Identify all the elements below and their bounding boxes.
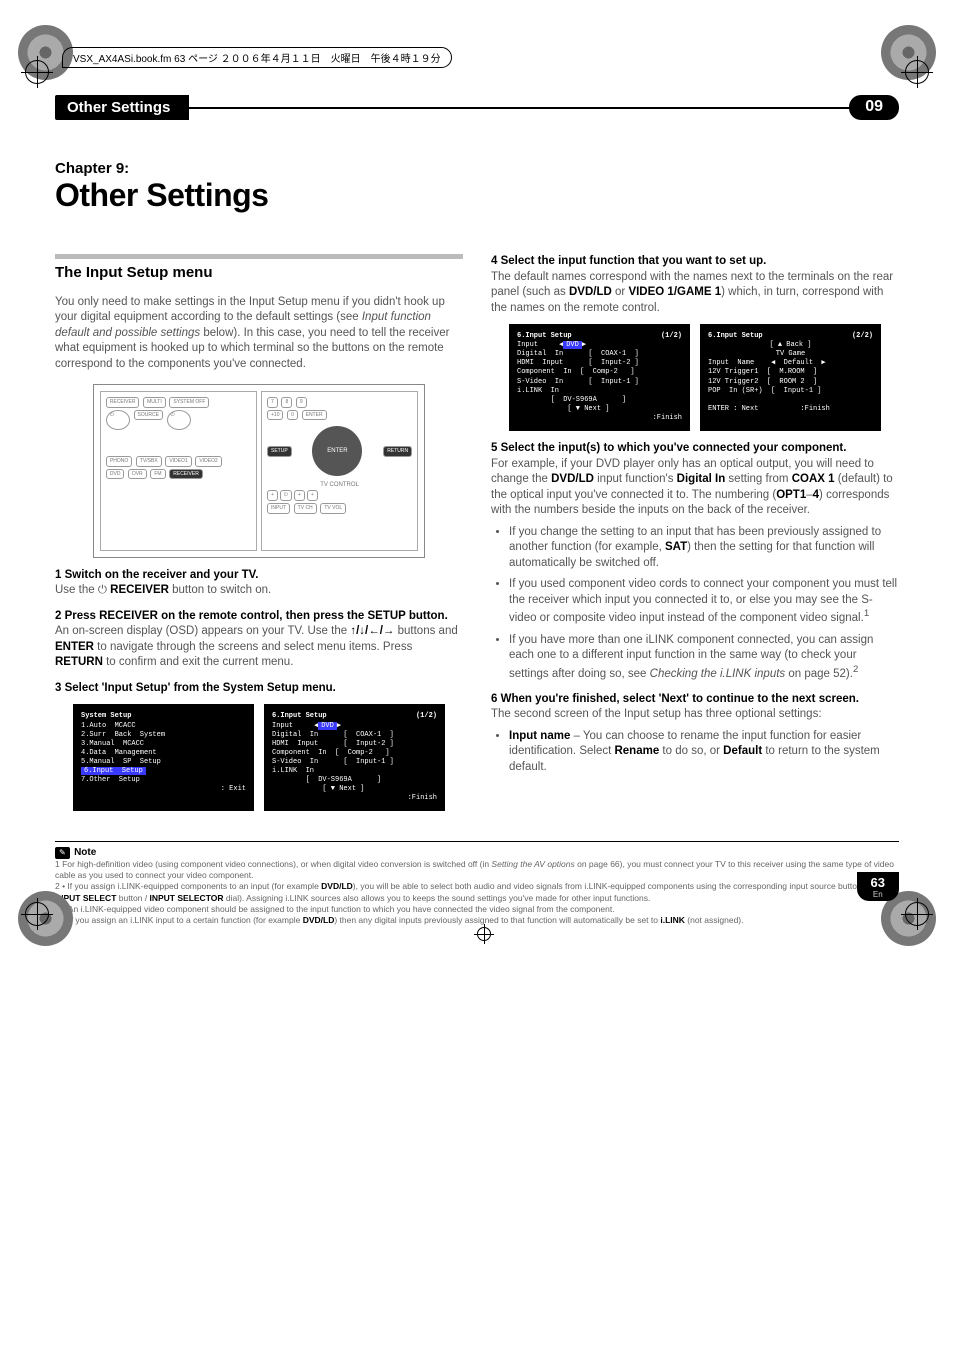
osd-input-setup-2: 6.Input Setup(2/2) [ ▲ Back ] TV Game In… xyxy=(700,324,881,431)
note-label: Note xyxy=(74,847,96,858)
registration-mark xyxy=(477,927,491,941)
remote-button-label: VIDEO1 xyxy=(165,456,191,467)
remote-left-panel: RECEIVER MULTI SYSTEM OFF ⏻ SOURCE ⏻ PHO… xyxy=(100,391,257,551)
remote-button-label: 8 xyxy=(281,397,292,408)
osd-system-setup: System Setup 1.Auto MCACC 2.Surr Back Sy… xyxy=(73,704,254,811)
step-1-heading: 1 Switch on the receiver and your TV. xyxy=(55,568,463,584)
step-4-heading: 4 Select the input function that you wan… xyxy=(491,254,899,270)
page-number: 63 xyxy=(871,875,885,890)
list-item: If you change the setting to an input th… xyxy=(509,525,899,572)
osd-input-setup-1: 6.Input Setup(1/2) Input ◀DVD▶ Digital I… xyxy=(264,704,445,811)
book-fm-label: VSX_AX4ASi.book.fm 63 ページ ２００６年４月１１日 火曜日… xyxy=(62,47,452,68)
registration-mark xyxy=(905,60,929,84)
step-2-heading: 2 Press RECEIVER on the remote control, … xyxy=(55,609,463,625)
osd-input-setup-1b: 6.Input Setup(1/2) Input ◀DVD▶ Digital I… xyxy=(509,324,690,431)
footnote-4: • If you assign an i.LINK input to a cer… xyxy=(55,915,899,926)
step-6-body: The second screen of the Input setup has… xyxy=(491,707,899,723)
list-item: If you have more than one iLINK componen… xyxy=(509,633,899,682)
remote-button-label: +10 xyxy=(267,410,283,421)
remote-button-label: FM xyxy=(150,469,165,480)
chapter-title: Other Settings xyxy=(55,177,899,214)
section-rule xyxy=(55,254,463,259)
remote-button-label: MULTI xyxy=(143,397,166,408)
remote-button-label: TV VOL xyxy=(320,503,346,514)
remote-button-label: SETUP xyxy=(267,446,292,457)
step-1-body: Use the ⏻ RECEIVER button to switch on. xyxy=(55,583,463,599)
remote-button-label: RECEIVER xyxy=(106,397,140,408)
step-3-heading: 3 Select 'Input Setup' from the System S… xyxy=(55,681,463,697)
remote-button-label: DVR xyxy=(128,469,147,480)
footnote-section: ✎ Note 1 For high-definition video (usin… xyxy=(55,841,899,925)
intro-paragraph: You only need to make settings in the In… xyxy=(55,295,463,373)
page-number-badge: 63 En xyxy=(857,872,899,901)
chapter-number-badge: 09 xyxy=(849,95,899,120)
header-title: Other Settings xyxy=(55,95,189,120)
note-icon: ✎ xyxy=(55,847,70,859)
footnote-2: 2 • If you assign i.LINK-equipped compon… xyxy=(55,881,899,903)
tv-control-label: TV CONTROL xyxy=(266,481,413,489)
chapter-label: Chapter 9: xyxy=(55,160,899,177)
footnote-1: 1 For high-definition video (using compo… xyxy=(55,859,899,881)
remote-button-label: SYSTEM OFF xyxy=(169,397,209,408)
step-5-heading: 5 Select the input(s) to which you've co… xyxy=(491,441,899,457)
step-5-bullets: If you change the setting to an input th… xyxy=(491,525,899,682)
remote-button-label: SOURCE xyxy=(134,410,163,421)
remote-button-label: DVD xyxy=(106,469,125,480)
remote-button-label: PHONO xyxy=(106,456,132,467)
remote-button-label: 7 xyxy=(267,397,278,408)
remote-button-label: 9 xyxy=(296,397,307,408)
step-5-body: For example, if your DVD player only has… xyxy=(491,457,899,519)
section-title: The Input Setup menu xyxy=(55,263,463,283)
remote-button-label: RETURN xyxy=(383,446,412,457)
registration-mark xyxy=(25,902,49,926)
page-header: Other Settings 09 xyxy=(55,95,899,120)
footnote-3: • An i.LINK-equipped video component sho… xyxy=(55,904,899,915)
remote-button-label: VIDEO2 xyxy=(195,456,221,467)
remote-button-label: INPUT xyxy=(267,503,290,514)
remote-button-label: TV CH xyxy=(294,503,317,514)
step-2-body: An on-screen display (OSD) appears on yo… xyxy=(55,624,463,671)
step-6-bullets: Input name – You can choose to rename th… xyxy=(491,729,899,776)
remote-button-label: 0 xyxy=(287,410,298,421)
registration-mark xyxy=(905,902,929,926)
list-item: If you used component video cords to con… xyxy=(509,577,899,626)
remote-diagram: RECEIVER MULTI SYSTEM OFF ⏻ SOURCE ⏻ PHO… xyxy=(93,384,425,558)
step-6-heading: 6 When you're finished, select 'Next' to… xyxy=(491,692,899,708)
remote-right-panel: 7 8 9 +10 0 ENTER SETUP ENTER RETURN TV … xyxy=(261,391,418,551)
header-rule xyxy=(189,95,849,120)
remote-button-label: RECEIVER xyxy=(169,469,203,480)
right-column: 4 Select the input function that you wan… xyxy=(491,244,899,819)
dpad-icon: ENTER xyxy=(312,426,362,476)
list-item: Input name – You can choose to rename th… xyxy=(509,729,899,776)
registration-mark xyxy=(25,60,49,84)
left-column: The Input Setup menu You only need to ma… xyxy=(55,244,463,819)
page-lang: En xyxy=(871,890,885,899)
remote-button-label: ENTER xyxy=(302,410,327,421)
remote-button-label: TV/SBX xyxy=(136,456,162,467)
step-4-body: The default names correspond with the na… xyxy=(491,270,899,317)
